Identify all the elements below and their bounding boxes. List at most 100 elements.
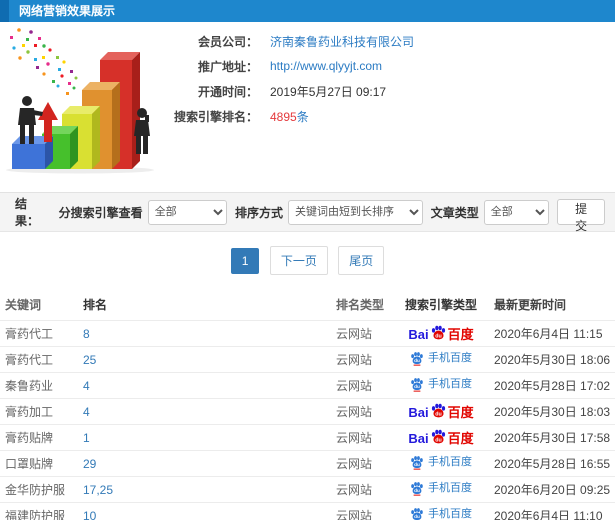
rank-type-cell: 云网站 [336,431,373,445]
baidu-paw-icon: du [431,429,445,444]
engine-filter-label: 分搜索引擎查看 [58,205,143,220]
rank-type-cell: 云网站 [336,483,373,497]
promo-url-label: 推广地址： [197,59,258,74]
rank-link[interactable]: 25 [83,353,96,367]
engine-cell: du 手机百度 [394,455,488,473]
rank-link[interactable]: 29 [83,457,96,471]
keyword-cell: 秦鲁药业 [5,379,54,393]
last-page-button[interactable]: 尾页 [338,246,385,275]
sort-filter-label: 排序方式 [234,205,283,220]
rank-cell: 1 [83,431,336,445]
rank-type-cell: 云网站 [336,327,373,341]
keyword-cell: 膏药代工 [5,327,54,341]
baidu-logo: Bai du 百度 [408,403,474,420]
mobile-baidu-logo: du 手机百度 [410,377,472,392]
bar-chart-art-icon [6,28,154,174]
svg-text:du: du [414,462,420,467]
updated-cell: 2020年5月30日 17:58 [494,431,611,445]
opened-time-row: 开通时间： 2019年5月27日 09:17 [158,84,414,99]
baidu-logo: Bai du 百度 [408,429,474,446]
svg-text:du: du [414,358,420,363]
rank-link[interactable]: 4 [83,379,90,393]
baidu-paw-icon: du [411,481,423,496]
svg-text:du: du [435,437,442,443]
mobile-baidu-text: 手机百度 [428,455,472,468]
rank-link[interactable]: 8 [83,327,90,341]
company-label: 会员公司： [197,34,258,49]
sort-filter-select[interactable]: 关键词由短到长排序 [288,199,423,225]
table-row: 秦鲁药业 4 云网站 du 手机百度 2020年5月28日 17:02 [0,372,615,398]
rank-link[interactable]: 4 [83,405,90,419]
baidu-latin-text: Bai [408,327,429,342]
svg-text:du: du [414,488,420,493]
header-rank-type: 排名类型 [336,298,385,312]
engine-filter-select[interactable]: 全部 [147,199,227,225]
engine-cell: Bai du 百度 [394,403,488,420]
svg-text:du: du [435,411,442,417]
updated-cell: 2020年5月28日 16:55 [494,457,611,471]
results-table: 关键词 排名 排名类型 搜索引擎类型 最新更新时间 膏药代工 8 云网站 Bai du 百… [0,287,615,520]
engine-rank-value: 4895条 [270,108,309,125]
updated-cell: 2020年5月28日 17:02 [494,379,611,393]
baidu-paw-icon: du [411,455,423,470]
baidu-paw-icon: du [431,403,445,418]
baidu-paw-icon: du [411,507,423,520]
rank-unit: 条 [296,109,309,124]
opened-time-value: 2019年5月27日 09:17 [270,84,387,99]
keyword-cell: 福建防护服 [5,509,66,520]
window-title-bar: 网络营销效果展示 [0,0,615,22]
submit-button[interactable]: 提交 [557,199,605,233]
mobile-baidu-text: 手机百度 [428,351,472,364]
next-page-button[interactable]: 下一页 [269,246,328,275]
mobile-baidu-logo: du 手机百度 [410,507,472,520]
mobile-baidu-logo: du 手机百度 [410,455,472,470]
header-keyword: 关键词 [5,298,42,312]
table-row: 膏药贴牌 1 云网站 Bai du 百度 2020年5月30日 17:58 [0,424,615,450]
growth-chart-illustration [0,22,165,177]
rank-cell: 29 [83,457,336,471]
engine-cell: du 手机百度 [394,481,488,499]
baidu-latin-text: Bai [408,405,429,420]
baidu-paw-icon: du [431,325,445,340]
updated-cell: 2020年6月4日 11:10 [494,509,603,520]
page-1-button[interactable]: 1 [230,248,260,274]
result-label: 结果： [15,197,40,228]
rank-cell: 4 [83,379,336,393]
engine-cell: du 手机百度 [394,351,488,369]
rank-link[interactable]: 1 [83,431,90,445]
page: 网络营销效果展示 会员公司： 济南秦鲁药业科技有限公司 推广地址： http:/… [0,0,615,520]
rank-type-cell: 云网站 [336,509,373,520]
baidu-latin-text: Bai [408,431,429,446]
baidu-cn-text: 百度 [447,327,474,342]
baidu-cn-text: 百度 [447,431,474,446]
table-header-row: 关键词 排名 排名类型 搜索引擎类型 最新更新时间 [0,287,615,320]
mobile-baidu-logo: du 手机百度 [410,351,472,366]
rank-link[interactable]: 17,25 [83,483,113,497]
info-section: 会员公司： 济南秦鲁药业科技有限公司 推广地址： http://www.qlyy… [0,22,615,192]
table-body: 膏药代工 8 云网站 Bai du 百度 2020年6月4日 11:15 膏药代工 25 云网站 d… [0,320,615,520]
svg-text:du: du [414,514,420,519]
mobile-baidu-text: 手机百度 [428,481,472,494]
table-row: 膏药代工 8 云网站 Bai du 百度 2020年6月4日 11:15 [0,320,615,346]
svg-text:du: du [414,384,420,389]
promo-url-link[interactable]: http://www.qlyyjt.com [270,59,382,73]
rank-link[interactable]: 10 [83,509,96,520]
confetti-dots [10,28,78,95]
svg-text:du: du [435,333,442,339]
baidu-logo: Bai du 百度 [408,325,474,342]
keyword-cell: 金华防护服 [5,483,66,497]
article-type-select[interactable]: 全部 [483,199,550,225]
header-rank: 排名 [83,298,108,312]
rank-type-cell: 云网站 [336,379,373,393]
company-link[interactable]: 济南秦鲁药业科技有限公司 [270,33,414,50]
mobile-baidu-text: 手机百度 [428,507,472,520]
engine-rank-row: 搜索引擎排名： 4895条 [158,108,414,125]
company-row: 会员公司： 济南秦鲁药业科技有限公司 [158,33,414,50]
rank-cell: 8 [83,327,336,341]
keyword-cell: 膏药加工 [5,405,54,419]
member-info: 会员公司： 济南秦鲁药业科技有限公司 推广地址： http://www.qlyy… [158,34,414,134]
article-type-label: 文章类型 [430,205,479,220]
header-updated: 最新更新时间 [494,298,567,312]
table-row: 福建防护服 10 云网站 du 手机百度 2020年6月4日 11:10 [0,502,615,520]
rank-type-cell: 云网站 [336,405,373,419]
